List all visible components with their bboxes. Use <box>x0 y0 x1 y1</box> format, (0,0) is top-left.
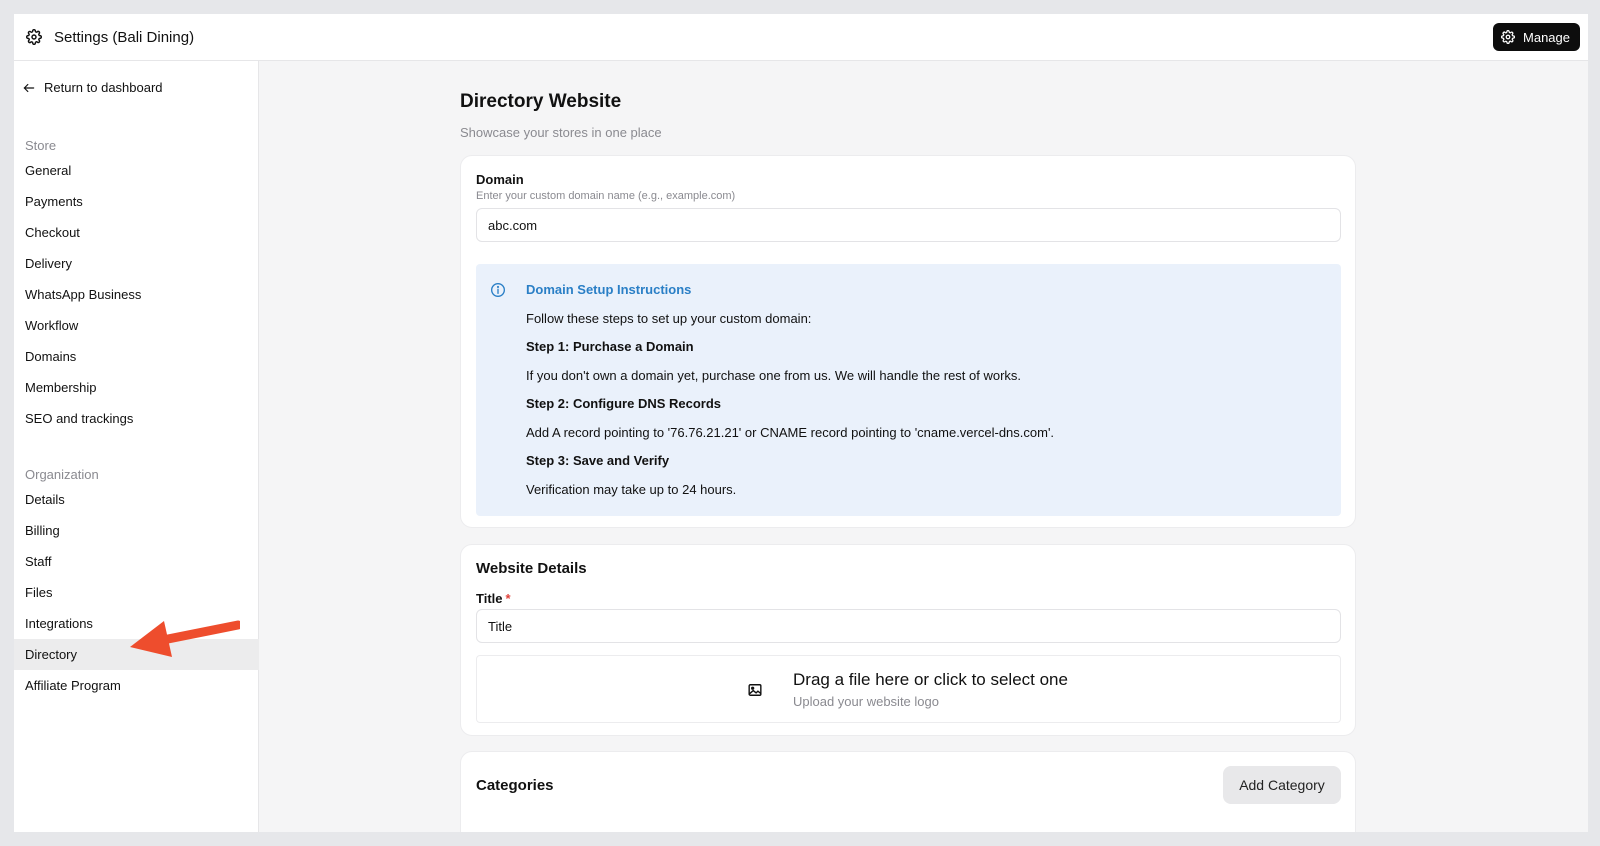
step-2-title: Step 2: Configure DNS Records <box>526 396 722 411</box>
info-icon <box>491 283 505 297</box>
instructions-intro: Follow these steps to set up your custom… <box>526 311 812 326</box>
main-content: Directory Website Showcase your stores i… <box>260 61 1588 832</box>
image-icon <box>748 684 762 696</box>
sidebar-item-staff[interactable]: Staff <box>14 546 259 577</box>
sidebar-item-general[interactable]: General <box>14 155 259 186</box>
return-label: Return to dashboard <box>44 80 163 95</box>
sidebar-item-details[interactable]: Details <box>14 484 259 515</box>
page-title: Directory Website <box>460 91 622 112</box>
title-field-label: Title * <box>476 591 511 606</box>
store-section-label: Store <box>25 138 57 153</box>
sidebar-item-domains[interactable]: Domains <box>14 341 259 372</box>
step-1-title: Step 1: Purchase a Domain <box>526 339 694 354</box>
return-to-dashboard-link[interactable]: Return to dashboard <box>22 80 163 95</box>
sidebar-item-whatsapp-business[interactable]: WhatsApp Business <box>14 279 259 310</box>
sidebar: Return to dashboard Store General Paymen… <box>14 61 259 832</box>
step-2-text: Add A record pointing to '76.76.21.21' o… <box>526 425 1055 440</box>
domain-label: Domain <box>476 172 524 187</box>
sidebar-item-payments[interactable]: Payments <box>14 186 259 217</box>
top-bar: Settings (Bali Dining) Manage <box>14 14 1588 61</box>
categories-card: Categories Add Category <box>460 751 1356 832</box>
organization-section-label: Organization <box>25 467 99 482</box>
gear-icon <box>1501 30 1516 44</box>
instructions-heading: Domain Setup Instructions <box>526 282 692 297</box>
logo-dropzone[interactable]: Drag a file here or click to select one … <box>476 655 1341 723</box>
manage-button[interactable]: Manage <box>1493 23 1580 51</box>
sidebar-item-billing[interactable]: Billing <box>14 515 259 546</box>
required-mark: * <box>505 591 511 606</box>
sidebar-item-seo-and-trackings[interactable]: SEO and trackings <box>14 403 259 434</box>
annotation-arrow-icon <box>130 620 240 657</box>
title-label-text: Title <box>476 591 503 606</box>
domain-input[interactable] <box>476 208 1341 242</box>
step-3-title: Step 3: Save and Verify <box>526 453 670 468</box>
app-window: Settings (Bali Dining) Manage Return to … <box>14 14 1588 832</box>
sidebar-item-checkout[interactable]: Checkout <box>14 217 259 248</box>
sidebar-item-files[interactable]: Files <box>14 577 259 608</box>
website-details-card: Website Details Title* Drag a file here … <box>460 544 1356 736</box>
dropzone-title: Drag a file here or click to select one <box>793 670 1068 689</box>
settings-title: Settings (Bali Dining) <box>54 28 195 46</box>
sidebar-item-affiliate-program[interactable]: Affiliate Program <box>14 670 259 701</box>
arrow-left-icon <box>23 83 35 92</box>
manage-button-label: Manage <box>1523 29 1570 45</box>
sidebar-item-delivery[interactable]: Delivery <box>14 248 259 279</box>
gear-icon <box>26 29 42 45</box>
page-subtitle: Showcase your stores in one place <box>460 125 662 140</box>
domain-card: Domain Enter your custom domain name (e.… <box>460 155 1356 528</box>
domain-help: Enter your custom domain name (e.g., exa… <box>476 190 736 202</box>
step-3-text: Verification may take up to 24 hours. <box>526 482 737 497</box>
website-details-title: Website Details <box>476 560 587 577</box>
domain-setup-instructions: Domain Setup Instructions Follow these s… <box>476 264 1341 516</box>
step-1-text: If you don't own a domain yet, purchase … <box>526 368 1022 383</box>
sidebar-item-membership[interactable]: Membership <box>14 372 259 403</box>
sidebar-item-workflow[interactable]: Workflow <box>14 310 259 341</box>
title-input[interactable] <box>476 609 1341 643</box>
dropzone-subtitle: Upload your website logo <box>793 694 939 709</box>
add-category-button[interactable]: Add Category <box>1223 766 1341 804</box>
categories-title: Categories <box>476 777 554 794</box>
